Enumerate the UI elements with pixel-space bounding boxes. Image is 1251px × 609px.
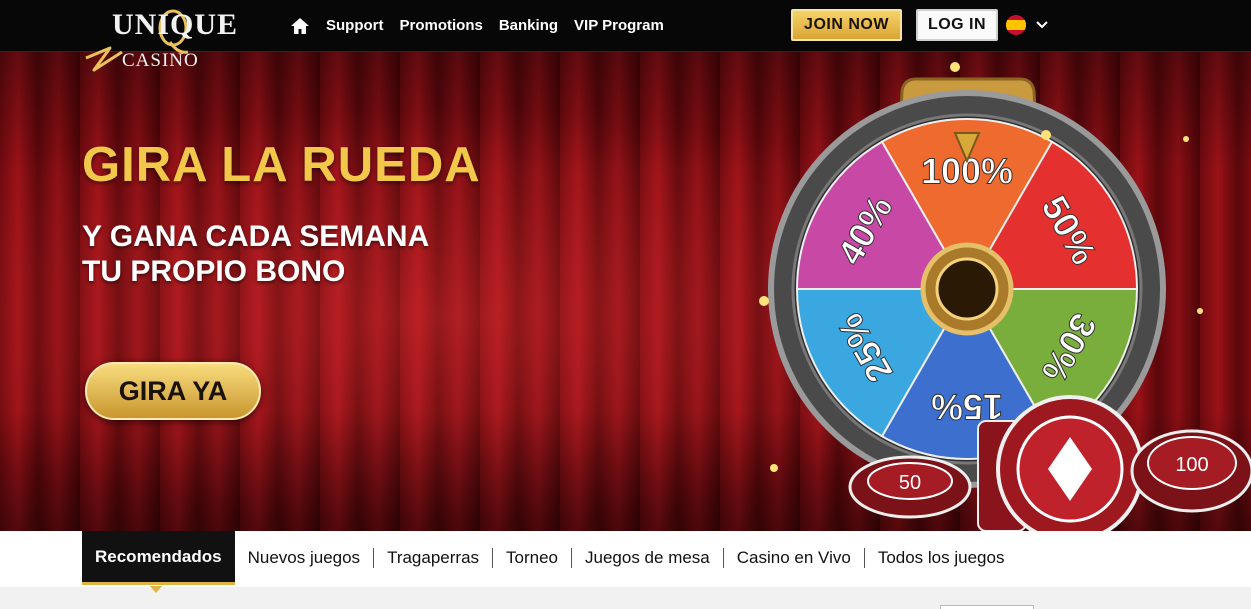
promo-hero-banner: GIRA LA RUEDA Y GANA CADA SEMANA TU PROP… [0,51,1251,531]
nav-promotions[interactable]: Promotions [400,17,483,34]
active-tab-caret-icon [150,586,162,593]
tab-todos-los-juegos[interactable]: Todos los juegos [863,548,1018,568]
content-area-top [0,587,1251,609]
top-header: UNIQUE CASINO Support Promotions Banking… [0,0,1251,72]
hero-subtitle-line1: Y GANA CADA SEMANA [82,220,430,253]
spain-flag-icon [1006,15,1026,35]
tab-recomendados[interactable]: Recomendados [82,531,235,585]
chip-100-label: 100 [1175,454,1208,476]
unique-casino-logo[interactable]: UNIQUE CASINO [82,4,272,74]
casino-chip-50: 50 [848,455,972,519]
gira-ya-button[interactable]: GIRA YA [85,362,261,420]
casino-chip-100: 100 [1130,429,1251,513]
game-category-bar: Recomendados Nuevos juegos Tragaperras T… [0,531,1251,587]
tab-juegos-de-mesa[interactable]: Juegos de mesa [571,548,723,568]
category-tabs: Recomendados Nuevos juegos Tragaperras T… [82,531,1017,585]
logo-wordmark: UNIQUE [112,8,239,41]
home-icon[interactable] [290,16,310,36]
log-in-button[interactable]: LOG IN [916,9,998,41]
nav-vip-program[interactable]: VIP Program [574,17,664,34]
hero-title: GIRA LA RUEDA [82,138,481,192]
tab-casino-en-vivo[interactable]: Casino en Vivo [722,548,864,568]
tab-nuevos-juegos[interactable]: Nuevos juegos [235,548,373,568]
logo-subtitle: CASINO [122,50,199,71]
hero-subtitle: Y GANA CADA SEMANA TU PROPIO BONO [82,219,429,289]
page: UNIQUE CASINO Support Promotions Banking… [0,0,1251,609]
prize-wheel-illustration: 100%50%30%15%25%40% 50 100 [759,62,1251,531]
tab-tragaperras[interactable]: Tragaperras [373,548,492,568]
language-selector[interactable] [1006,15,1048,35]
hero-subtitle-line2: TU PROPIO BONO [82,255,346,288]
tab-torneo[interactable]: Torneo [492,548,571,568]
main-nav: Support Promotions Banking VIP Program [290,0,664,51]
chevron-down-icon [1036,21,1048,29]
chip-50-label: 50 [899,472,921,494]
nav-banking[interactable]: Banking [499,17,558,34]
content-card-edge [940,605,1034,609]
wheel-hub-center [935,257,999,321]
nav-support[interactable]: Support [326,17,384,34]
join-now-button[interactable]: JOIN NOW [791,9,902,41]
